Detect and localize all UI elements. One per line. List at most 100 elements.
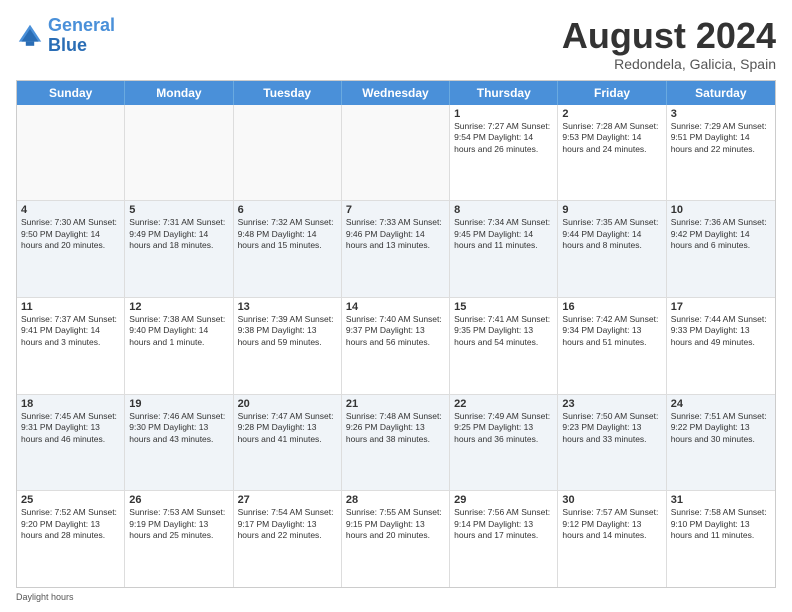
day-info: Sunrise: 7:45 AM Sunset: 9:31 PM Dayligh… — [21, 411, 120, 445]
day-number: 30 — [562, 494, 661, 506]
day-number: 13 — [238, 301, 337, 313]
day-info: Sunrise: 7:36 AM Sunset: 9:42 PM Dayligh… — [671, 217, 771, 251]
day-number: 16 — [562, 301, 661, 313]
day-info: Sunrise: 7:55 AM Sunset: 9:15 PM Dayligh… — [346, 507, 445, 541]
day-cell-26: 26Sunrise: 7:53 AM Sunset: 9:19 PM Dayli… — [125, 491, 233, 587]
day-number: 4 — [21, 204, 120, 216]
day-number: 12 — [129, 301, 228, 313]
day-cell-28: 28Sunrise: 7:55 AM Sunset: 9:15 PM Dayli… — [342, 491, 450, 587]
day-cell-7: 7Sunrise: 7:33 AM Sunset: 9:46 PM Daylig… — [342, 201, 450, 297]
day-of-week-tuesday: Tuesday — [234, 81, 342, 105]
day-cell-17: 17Sunrise: 7:44 AM Sunset: 9:33 PM Dayli… — [667, 298, 775, 394]
day-cell-8: 8Sunrise: 7:34 AM Sunset: 9:45 PM Daylig… — [450, 201, 558, 297]
logo: General Blue — [16, 16, 115, 56]
day-number: 17 — [671, 301, 771, 313]
day-info: Sunrise: 7:33 AM Sunset: 9:46 PM Dayligh… — [346, 217, 445, 251]
calendar-week-4: 18Sunrise: 7:45 AM Sunset: 9:31 PM Dayli… — [17, 395, 775, 492]
day-cell-2: 2Sunrise: 7:28 AM Sunset: 9:53 PM Daylig… — [558, 105, 666, 201]
day-info: Sunrise: 7:50 AM Sunset: 9:23 PM Dayligh… — [562, 411, 661, 445]
empty-cell — [234, 105, 342, 201]
day-number: 10 — [671, 204, 771, 216]
day-info: Sunrise: 7:30 AM Sunset: 9:50 PM Dayligh… — [21, 217, 120, 251]
empty-cell — [125, 105, 233, 201]
header: General Blue August 2024 Redondela, Gali… — [16, 16, 776, 72]
day-of-week-thursday: Thursday — [450, 81, 558, 105]
page: General Blue August 2024 Redondela, Gali… — [0, 0, 792, 612]
footer-note: Daylight hours — [16, 592, 776, 602]
day-cell-3: 3Sunrise: 7:29 AM Sunset: 9:51 PM Daylig… — [667, 105, 775, 201]
day-info: Sunrise: 7:41 AM Sunset: 9:35 PM Dayligh… — [454, 314, 553, 348]
day-of-week-monday: Monday — [125, 81, 233, 105]
calendar-header: SundayMondayTuesdayWednesdayThursdayFrid… — [17, 81, 775, 105]
day-cell-15: 15Sunrise: 7:41 AM Sunset: 9:35 PM Dayli… — [450, 298, 558, 394]
day-info: Sunrise: 7:38 AM Sunset: 9:40 PM Dayligh… — [129, 314, 228, 348]
day-cell-4: 4Sunrise: 7:30 AM Sunset: 9:50 PM Daylig… — [17, 201, 125, 297]
day-number: 23 — [562, 398, 661, 410]
day-info: Sunrise: 7:34 AM Sunset: 9:45 PM Dayligh… — [454, 217, 553, 251]
day-info: Sunrise: 7:40 AM Sunset: 9:37 PM Dayligh… — [346, 314, 445, 348]
day-cell-31: 31Sunrise: 7:58 AM Sunset: 9:10 PM Dayli… — [667, 491, 775, 587]
day-of-week-sunday: Sunday — [17, 81, 125, 105]
day-info: Sunrise: 7:32 AM Sunset: 9:48 PM Dayligh… — [238, 217, 337, 251]
day-cell-14: 14Sunrise: 7:40 AM Sunset: 9:37 PM Dayli… — [342, 298, 450, 394]
day-cell-22: 22Sunrise: 7:49 AM Sunset: 9:25 PM Dayli… — [450, 395, 558, 491]
day-info: Sunrise: 7:54 AM Sunset: 9:17 PM Dayligh… — [238, 507, 337, 541]
day-info: Sunrise: 7:27 AM Sunset: 9:54 PM Dayligh… — [454, 121, 553, 155]
day-info: Sunrise: 7:58 AM Sunset: 9:10 PM Dayligh… — [671, 507, 771, 541]
day-info: Sunrise: 7:49 AM Sunset: 9:25 PM Dayligh… — [454, 411, 553, 445]
day-info: Sunrise: 7:47 AM Sunset: 9:28 PM Dayligh… — [238, 411, 337, 445]
calendar-week-3: 11Sunrise: 7:37 AM Sunset: 9:41 PM Dayli… — [17, 298, 775, 395]
day-cell-5: 5Sunrise: 7:31 AM Sunset: 9:49 PM Daylig… — [125, 201, 233, 297]
day-cell-27: 27Sunrise: 7:54 AM Sunset: 9:17 PM Dayli… — [234, 491, 342, 587]
month-title: August 2024 — [562, 16, 776, 56]
calendar-week-5: 25Sunrise: 7:52 AM Sunset: 9:20 PM Dayli… — [17, 491, 775, 587]
day-of-week-saturday: Saturday — [667, 81, 775, 105]
title-block: August 2024 Redondela, Galicia, Spain — [562, 16, 776, 72]
day-info: Sunrise: 7:31 AM Sunset: 9:49 PM Dayligh… — [129, 217, 228, 251]
day-cell-11: 11Sunrise: 7:37 AM Sunset: 9:41 PM Dayli… — [17, 298, 125, 394]
day-number: 20 — [238, 398, 337, 410]
day-info: Sunrise: 7:52 AM Sunset: 9:20 PM Dayligh… — [21, 507, 120, 541]
calendar-week-1: 1Sunrise: 7:27 AM Sunset: 9:54 PM Daylig… — [17, 105, 775, 202]
day-number: 1 — [454, 108, 553, 120]
day-cell-16: 16Sunrise: 7:42 AM Sunset: 9:34 PM Dayli… — [558, 298, 666, 394]
day-info: Sunrise: 7:46 AM Sunset: 9:30 PM Dayligh… — [129, 411, 228, 445]
day-info: Sunrise: 7:39 AM Sunset: 9:38 PM Dayligh… — [238, 314, 337, 348]
day-number: 11 — [21, 301, 120, 313]
day-number: 29 — [454, 494, 553, 506]
day-cell-18: 18Sunrise: 7:45 AM Sunset: 9:31 PM Dayli… — [17, 395, 125, 491]
empty-cell — [17, 105, 125, 201]
day-number: 15 — [454, 301, 553, 313]
day-cell-6: 6Sunrise: 7:32 AM Sunset: 9:48 PM Daylig… — [234, 201, 342, 297]
day-of-week-wednesday: Wednesday — [342, 81, 450, 105]
day-number: 7 — [346, 204, 445, 216]
calendar-week-2: 4Sunrise: 7:30 AM Sunset: 9:50 PM Daylig… — [17, 201, 775, 298]
day-cell-1: 1Sunrise: 7:27 AM Sunset: 9:54 PM Daylig… — [450, 105, 558, 201]
day-number: 27 — [238, 494, 337, 506]
day-number: 25 — [21, 494, 120, 506]
calendar-body: 1Sunrise: 7:27 AM Sunset: 9:54 PM Daylig… — [17, 105, 775, 587]
day-cell-12: 12Sunrise: 7:38 AM Sunset: 9:40 PM Dayli… — [125, 298, 233, 394]
day-info: Sunrise: 7:57 AM Sunset: 9:12 PM Dayligh… — [562, 507, 661, 541]
logo-text: General Blue — [48, 16, 115, 56]
day-info: Sunrise: 7:48 AM Sunset: 9:26 PM Dayligh… — [346, 411, 445, 445]
day-info: Sunrise: 7:56 AM Sunset: 9:14 PM Dayligh… — [454, 507, 553, 541]
day-number: 19 — [129, 398, 228, 410]
empty-cell — [342, 105, 450, 201]
day-number: 26 — [129, 494, 228, 506]
day-number: 28 — [346, 494, 445, 506]
day-info: Sunrise: 7:42 AM Sunset: 9:34 PM Dayligh… — [562, 314, 661, 348]
day-cell-25: 25Sunrise: 7:52 AM Sunset: 9:20 PM Dayli… — [17, 491, 125, 587]
day-info: Sunrise: 7:35 AM Sunset: 9:44 PM Dayligh… — [562, 217, 661, 251]
day-cell-23: 23Sunrise: 7:50 AM Sunset: 9:23 PM Dayli… — [558, 395, 666, 491]
day-cell-19: 19Sunrise: 7:46 AM Sunset: 9:30 PM Dayli… — [125, 395, 233, 491]
day-cell-10: 10Sunrise: 7:36 AM Sunset: 9:42 PM Dayli… — [667, 201, 775, 297]
calendar: SundayMondayTuesdayWednesdayThursdayFrid… — [16, 80, 776, 588]
day-number: 2 — [562, 108, 661, 120]
day-cell-29: 29Sunrise: 7:56 AM Sunset: 9:14 PM Dayli… — [450, 491, 558, 587]
day-number: 3 — [671, 108, 771, 120]
day-info: Sunrise: 7:53 AM Sunset: 9:19 PM Dayligh… — [129, 507, 228, 541]
day-info: Sunrise: 7:44 AM Sunset: 9:33 PM Dayligh… — [671, 314, 771, 348]
logo-icon — [16, 22, 44, 50]
day-cell-24: 24Sunrise: 7:51 AM Sunset: 9:22 PM Dayli… — [667, 395, 775, 491]
